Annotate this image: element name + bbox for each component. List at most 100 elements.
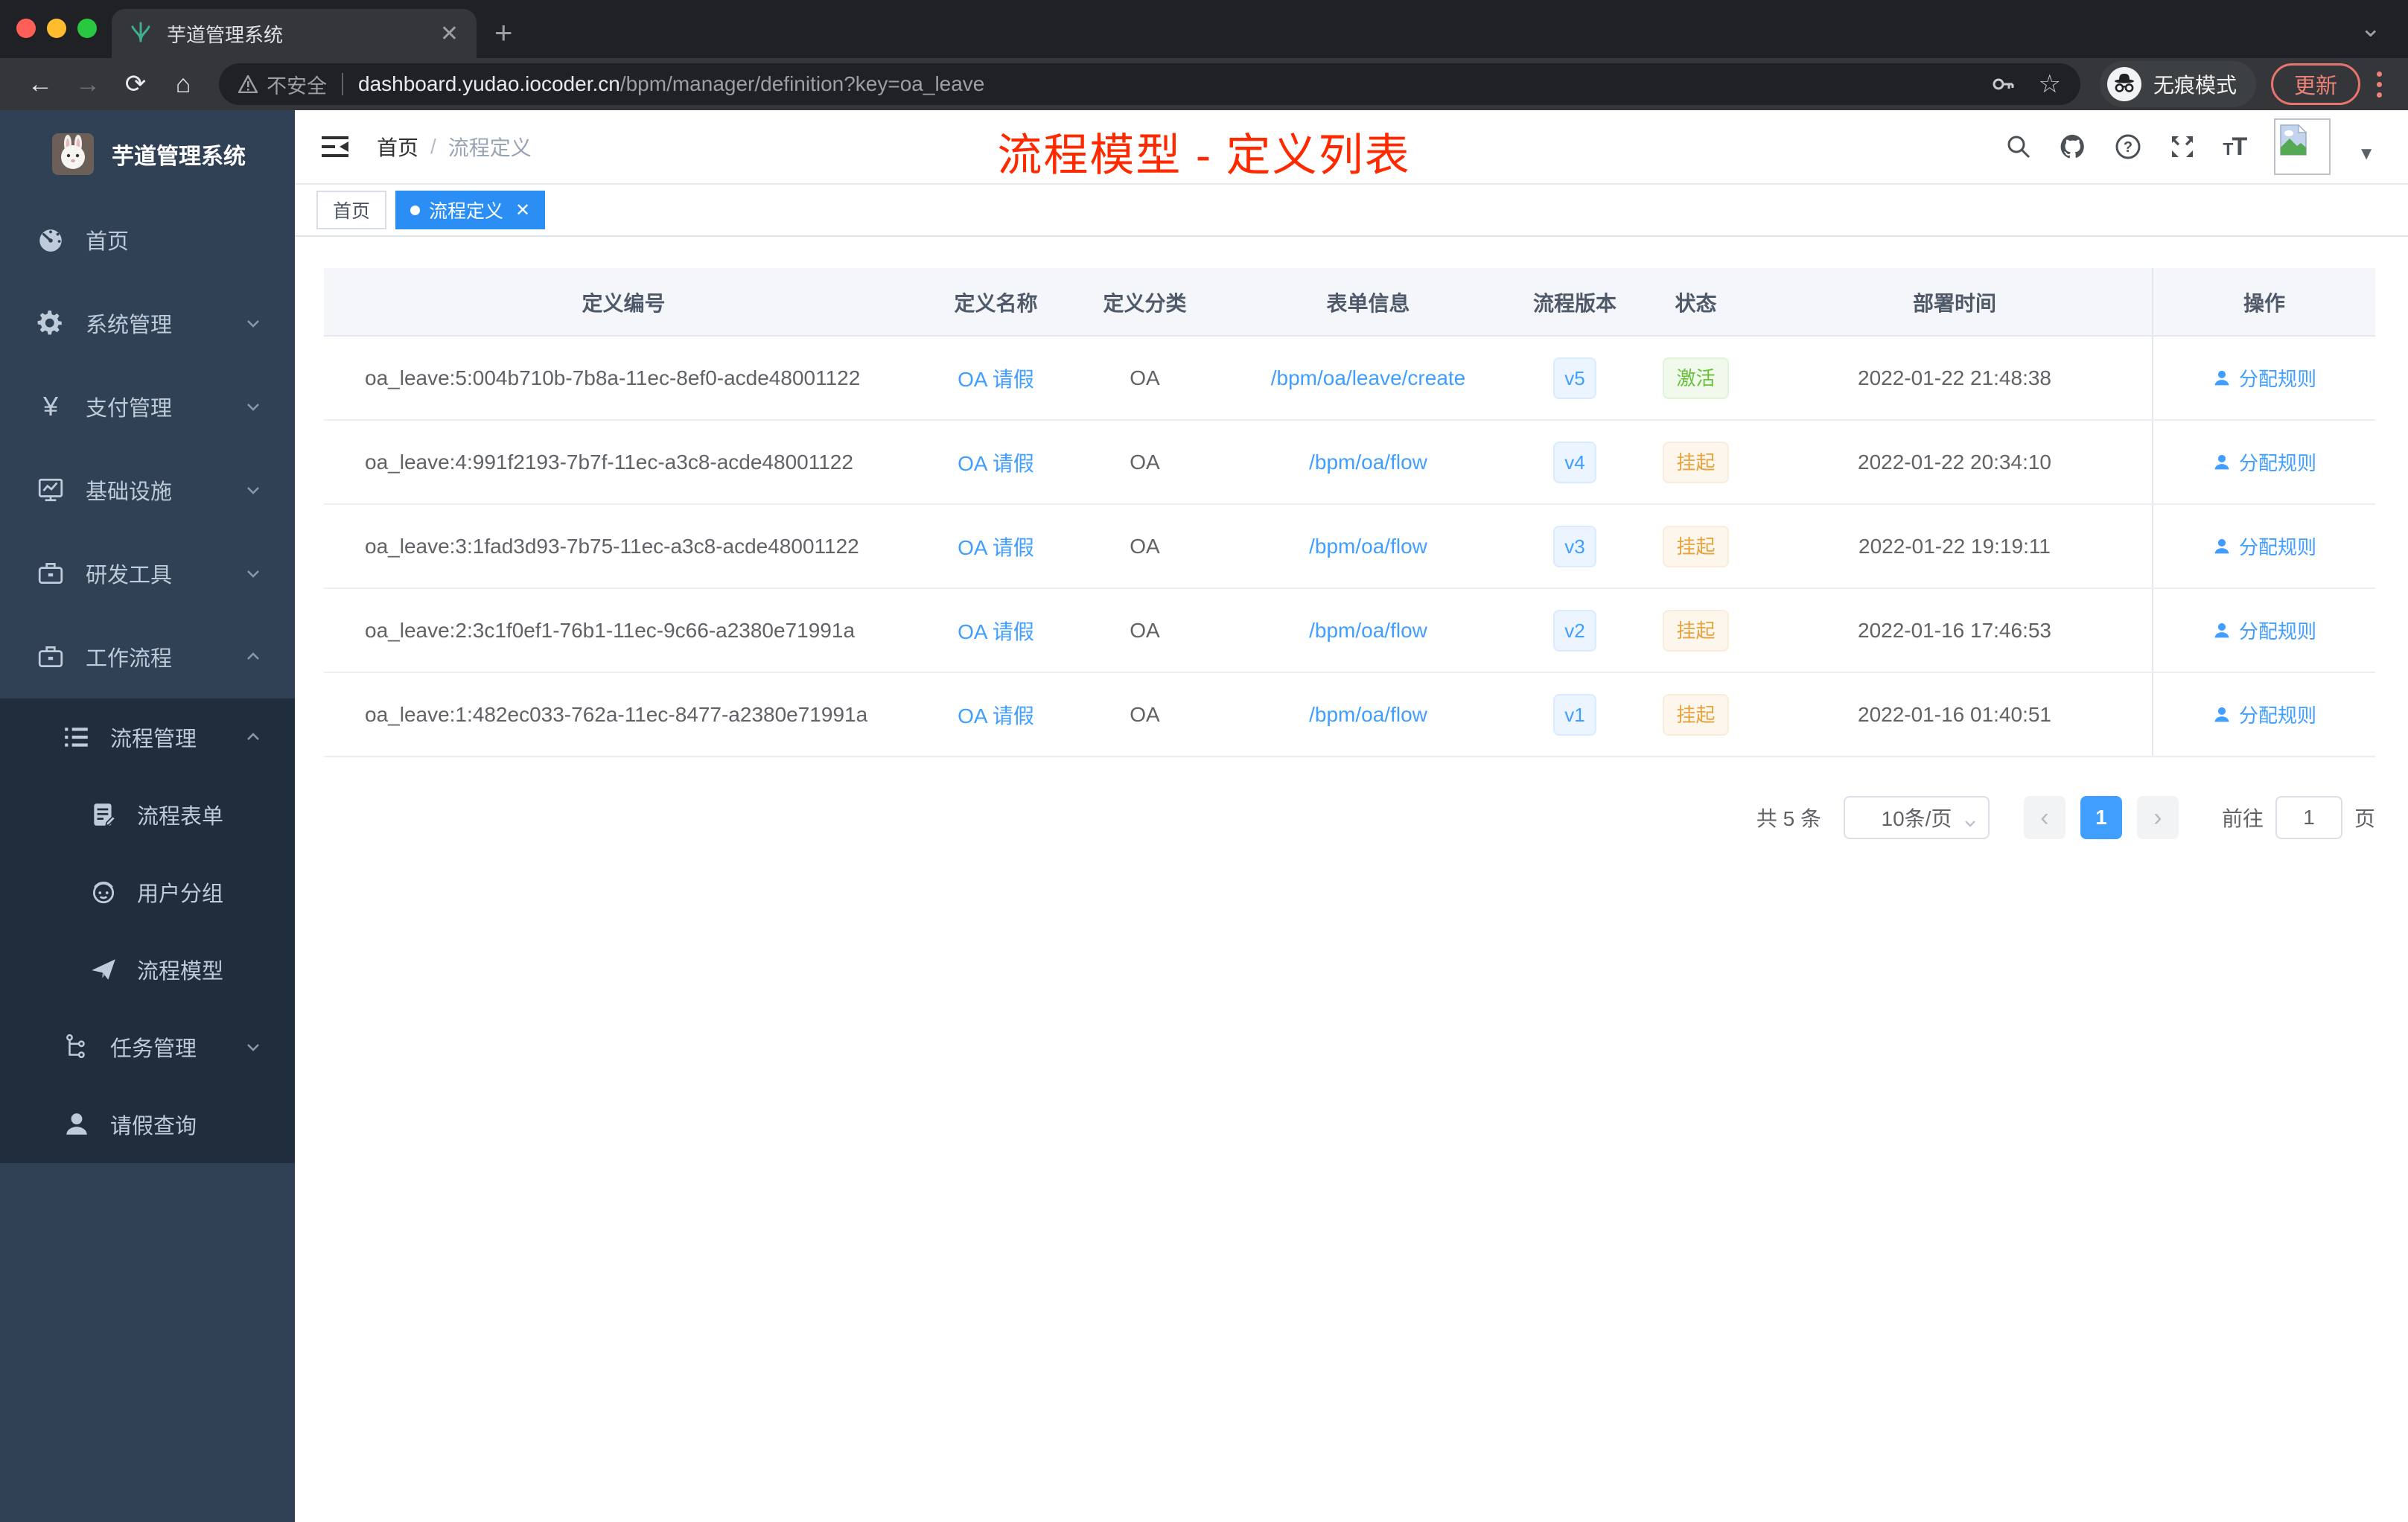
help-icon[interactable]: ? [2114,133,2142,161]
table-row: oa_leave:3:1fad3d93-7b75-11ec-a3c8-acde4… [324,505,2375,589]
sidebar-item-payment[interactable]: ¥ 支付管理 [0,365,295,448]
status-badge: 挂起 [1663,525,1729,567]
browser-menu-icon[interactable] [2377,71,2383,98]
sidebar-item-process-model[interactable]: 流程模型 [0,931,295,1008]
current-page-button[interactable]: 1 [2080,796,2122,839]
gauge-icon [36,226,65,254]
definition-category: OA [1130,702,1160,726]
breadcrumb-current: 流程定义 [447,136,532,159]
prev-page-button[interactable]: ‹ [2023,796,2065,839]
github-icon[interactable] [2059,133,2087,161]
briefcase-icon [36,643,65,671]
favicon-plant-icon [130,21,152,47]
definition-name-link[interactable]: OA 请假 [958,704,1034,727]
tab-search-chevron-icon[interactable]: ⌄ [2360,13,2382,43]
home-icon[interactable]: ⌂ [159,70,207,99]
sidebar-item-process-management[interactable]: 流程管理 [0,698,295,776]
security-label[interactable]: 不安全 [267,70,327,99]
sidebar-item-workflow[interactable]: 工作流程 [0,615,295,698]
tab-close-icon[interactable]: ✕ [440,21,459,47]
search-icon[interactable] [2005,133,2032,160]
font-size-icon[interactable]: TT [2223,133,2247,162]
definition-id: oa_leave:5:004b710b-7b8a-11ec-8ef0-acde4… [365,366,861,389]
bookmark-star-icon[interactable]: ☆ [2038,69,2060,99]
form-link[interactable]: /bpm/oa/flow [1309,450,1427,474]
paper-plane-icon [89,955,118,984]
definition-name-link[interactable]: OA 请假 [958,536,1034,559]
person-icon [2214,538,2229,553]
assign-rule-link[interactable]: 分配规则 [2212,701,2316,728]
incognito-badge: 无痕模式 [2099,61,2256,107]
definition-name-link[interactable]: OA 请假 [958,620,1034,643]
breadcrumb: 首页 / 流程定义 [377,132,532,162]
password-key-icon[interactable] [1990,71,2016,97]
sidebar-item-label: 首页 [86,230,130,254]
sidebar: 芋道管理系统 首页 系统管理 ¥ 支付管理 基础设施 研发工具 工作流程 流程管… [0,110,295,1522]
table-row: oa_leave:5:004b710b-7b8a-11ec-8ef0-acde4… [324,337,2375,421]
form-link[interactable]: /bpm/oa/leave/create [1271,366,1466,389]
assign-rule-link[interactable]: 分配规则 [2212,448,2316,476]
minimize-window-button[interactable] [47,19,66,38]
sidebar-collapse-icon[interactable] [320,133,350,160]
column-header: 定义编号 [582,292,666,315]
broken-image-icon [2280,124,2307,156]
sidebar-item-label: 任务管理 [110,1037,197,1061]
definition-id: oa_leave:3:1fad3d93-7b75-11ec-a3c8-acde4… [365,534,859,558]
tag-close-icon[interactable]: ✕ [515,200,530,221]
workflow-submenu: 流程管理 流程表单 用户分组 流程模型 任务管理 请假查询 [0,698,295,1163]
assign-rule-link[interactable]: 分配规则 [2212,532,2316,560]
tag-home[interactable]: 首页 [316,191,387,229]
sidebar-item-system[interactable]: 系统管理 [0,281,295,365]
column-header: 部署时间 [1912,292,1996,315]
svg-text:?: ? [2124,139,2133,156]
avatar-caret-icon[interactable]: ▼ [2357,144,2375,165]
goto-page-input[interactable]: 1 [2275,796,2342,839]
status-badge: 挂起 [1663,609,1729,652]
status-badge: 挂起 [1663,693,1729,736]
form-link[interactable]: /bpm/oa/flow [1309,703,1427,726]
user-avatar[interactable] [2274,118,2331,175]
new-tab-button[interactable]: + [494,15,513,51]
incognito-icon [2106,67,2141,101]
sidebar-logo[interactable]: 芋道管理系统 [0,110,295,198]
browser-tab-strip: 芋道管理系统 ✕ + ⌄ [0,0,2408,58]
assign-rule-link[interactable]: 分配规则 [2212,364,2316,392]
sidebar-item-dev-tools[interactable]: 研发工具 [0,532,295,615]
table-header-row: 定义编号 定义名称 定义分类 表单信息 流程版本 状态 部署时间 操作 [324,268,2375,337]
reload-icon[interactable]: ⟳ [112,69,159,99]
sidebar-item-process-form[interactable]: 流程表单 [0,776,295,853]
assign-rule-link[interactable]: 分配规则 [2212,617,2316,644]
chevron-down-icon [244,314,262,332]
zoom-window-button[interactable] [77,19,97,38]
sidebar-item-label: 流程管理 [110,727,197,751]
browser-tab[interactable]: 芋道管理系统 ✕ [112,9,477,58]
breadcrumb-home[interactable]: 首页 [377,132,418,162]
sidebar-item-leave-query[interactable]: 请假查询 [0,1086,295,1163]
next-page-button[interactable]: › [2136,796,2179,839]
forward-icon[interactable]: → [64,70,112,99]
definition-name-link[interactable]: OA 请假 [958,452,1034,475]
status-badge: 挂起 [1663,441,1729,483]
address-bar[interactable]: 不安全 dashboard.yudao.iocoder.cn/bpm/manag… [219,63,2080,105]
person-icon [2214,370,2229,385]
close-window-button[interactable] [16,19,36,38]
fullscreen-icon[interactable] [2169,133,2196,160]
update-browser-button[interactable]: 更新 [2270,63,2360,105]
sidebar-item-task-management[interactable]: 任务管理 [0,1008,295,1086]
page-size-select[interactable]: 10条/页 [1843,796,1990,839]
form-link[interactable]: /bpm/oa/flow [1309,619,1427,642]
form-link[interactable]: /bpm/oa/flow [1309,535,1427,558]
group-icon [89,878,118,906]
tag-process-definition[interactable]: 流程定义 ✕ [395,191,546,229]
sidebar-item-infrastructure[interactable]: 基础设施 [0,448,295,532]
sidebar-item-user-group[interactable]: 用户分组 [0,853,295,931]
definition-name-link[interactable]: OA 请假 [958,368,1034,391]
tag-label: 流程定义 [429,201,504,222]
sidebar-item-home[interactable]: 首页 [0,198,295,281]
goto-label: 前往 [2221,807,2264,830]
back-icon[interactable]: ← [16,70,64,99]
page-unit-label: 页 [2354,807,2375,830]
definition-category: OA [1130,366,1160,389]
chevron-down-icon [244,1038,262,1056]
tab-title: 芋道管理系统 [167,23,284,46]
